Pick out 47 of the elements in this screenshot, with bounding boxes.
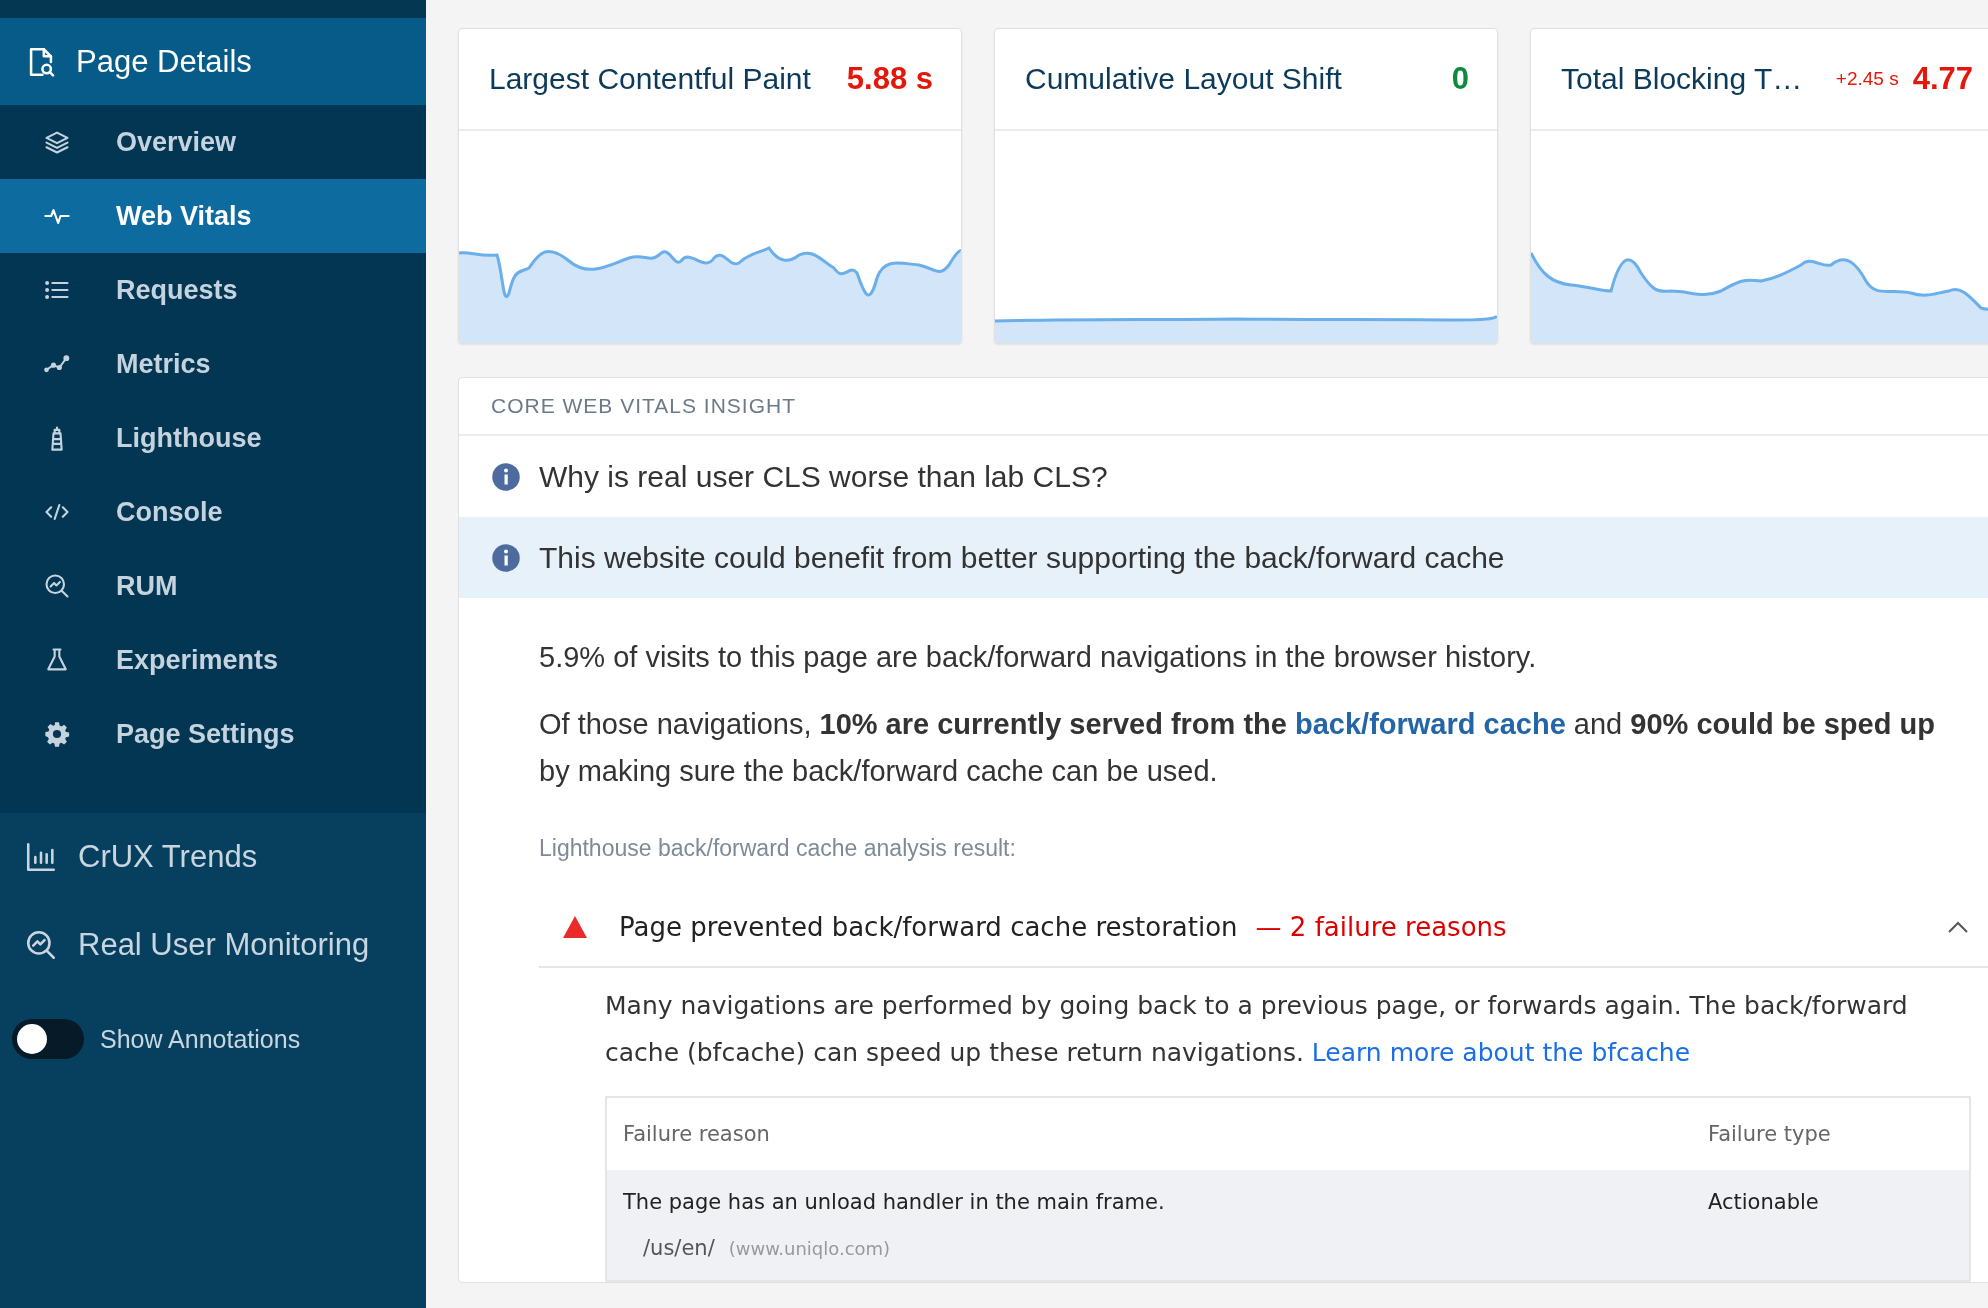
- sidebar-header-title: Page Details: [76, 43, 252, 80]
- metric-value: 0: [1451, 61, 1469, 97]
- table-cell: Actionable: [1692, 1170, 1970, 1281]
- column-header: Failure reason: [606, 1097, 1692, 1170]
- link[interactable]: Learn more about the bfcache: [1311, 1038, 1691, 1067]
- panel-heading: CORE WEB VITALS INSIGHT: [459, 378, 1988, 436]
- toggle-switch[interactable]: [12, 1019, 84, 1059]
- metric-title: Cumulative Layout Shift: [1025, 62, 1343, 96]
- magnifier-chart-icon: [24, 928, 58, 962]
- sidebar-item[interactable]: Web Vitals: [0, 179, 426, 253]
- audit-description: Many navigations are performed by going back to a previous page, or forwards again. The back/forward cache (bfcache) can speed up these return navigations. Learn more about the bfcache: [605, 990, 1909, 1069]
- metric-value: 5.88 s: [846, 61, 933, 97]
- toggle-label: Show Annotations: [100, 1024, 301, 1054]
- sidebar-item[interactable]: Lighthouse: [0, 401, 426, 475]
- url-host: (www.uniqlo.com): [728, 1238, 891, 1259]
- analysis-label: Lighthouse back/forward cache analysis result:: [539, 835, 1017, 862]
- sidebar-item[interactable]: Console: [0, 475, 426, 549]
- column-header: Failure type: [1692, 1097, 1970, 1170]
- paragraph: Of those navigations, 10% are currently served from the back/forward cache and 90% could be sped up by making sure the back/forward cache can be used.: [539, 707, 1936, 789]
- sidebar-item[interactable]: Metrics: [0, 327, 426, 401]
- paragraph: 5.9% of visits to this page are back/forward navigations in the browser history.: [539, 640, 1538, 675]
- info-icon: [491, 461, 521, 492]
- audit-title: Page prevented back/forward cache restoration: [619, 912, 1238, 942]
- sidebar-header[interactable]: Page Details: [0, 18, 426, 105]
- warning-triangle-icon: [563, 916, 587, 938]
- sidebar-item[interactable]: Experiments: [0, 623, 426, 697]
- metric-delta: +2.45 s: [1835, 68, 1899, 90]
- metric-value: 4.77: [1912, 61, 1973, 97]
- insight-item[interactable]: Why is real user CLS worse than lab CLS?: [459, 436, 1988, 517]
- insight-item[interactable]: This website could benefit from better supporting the back/forward cache: [459, 517, 1988, 598]
- sidebar-link[interactable]: CrUX Trends: [0, 813, 426, 901]
- bar-chart-icon: [24, 840, 58, 874]
- sidebar-link[interactable]: Real User Monitoring: [0, 901, 426, 989]
- metric-title: Largest Contentful Paint: [489, 62, 812, 96]
- magnifier-chart-icon: [43, 572, 71, 600]
- info-icon: [491, 542, 521, 573]
- link[interactable]: back/forward cache: [1295, 708, 1566, 740]
- sidebar-item[interactable]: RUM: [0, 549, 426, 623]
- url-path: /us/en/: [643, 1236, 715, 1260]
- failure-count: — 2 failure reasons: [1255, 912, 1507, 942]
- table-cell-text: The page has an unload handler in the main frame.: [623, 1190, 1166, 1214]
- metric-title: Total Blocking T…: [1561, 62, 1804, 96]
- sidebar-item[interactable]: Page Settings: [0, 697, 426, 771]
- sidebar-item[interactable]: Overview: [0, 105, 426, 179]
- chevron-icon[interactable]: [1947, 920, 1969, 934]
- sidebar-item[interactable]: Requests: [0, 253, 426, 327]
- gear-icon: [43, 720, 71, 748]
